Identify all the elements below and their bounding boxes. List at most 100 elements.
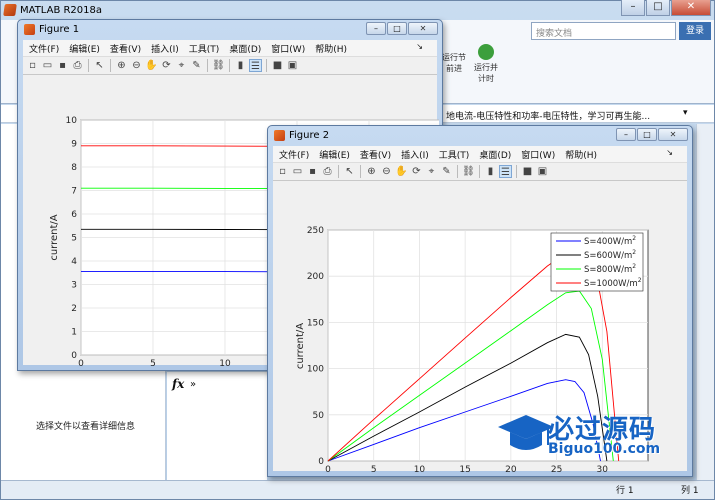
login-button[interactable]: 登录	[679, 22, 711, 40]
print-icon[interactable]: ⎙	[321, 165, 334, 178]
zoom-out-icon[interactable]: ⊖	[380, 165, 393, 178]
search-input[interactable]: 搜索文档	[531, 22, 676, 40]
menu-window[interactable]: 窗口(W)	[271, 42, 305, 55]
hide-plot-tools-icon[interactable]: ■	[521, 165, 534, 178]
data-cursor-icon[interactable]: ⌖	[425, 165, 438, 178]
legend-sup: 2	[632, 249, 636, 256]
y-tick-label: 250	[307, 226, 324, 236]
command-prompt: »	[190, 379, 197, 390]
minimize-button[interactable]: –	[621, 0, 645, 16]
figure-1-title-bar: Figure 1	[24, 24, 79, 35]
legend-entry-1: S=600W/m2	[584, 249, 636, 261]
figure-1-minimize-button[interactable]: –	[366, 22, 386, 35]
toolbar-separator	[360, 165, 361, 178]
legend-entry-2: S=800W/m2	[584, 263, 636, 275]
x-tick-label: 5	[150, 359, 156, 368]
data-cursor-icon[interactable]: ⌖	[175, 59, 188, 72]
figure-2-maximize-button[interactable]: □	[637, 128, 657, 141]
x-tick-label: 15	[459, 465, 470, 474]
menu-desktop[interactable]: 桌面(D)	[479, 148, 511, 161]
file-details-hint: 选择文件以查看详细信息	[36, 422, 136, 432]
run-section-button[interactable]: 运行节 前进	[442, 52, 466, 74]
y-tick-label: 50	[313, 411, 325, 421]
toolbar-separator	[479, 165, 480, 178]
y-tick-label: 6	[71, 210, 77, 220]
matlab-logo-icon	[3, 4, 17, 16]
menu-file[interactable]: 文件(F)	[279, 148, 309, 161]
figure-icon	[274, 130, 285, 141]
open-file-icon[interactable]: ▭	[41, 59, 54, 72]
link-plot-icon[interactable]: ⛓	[212, 59, 225, 72]
workspace-panel-edge	[696, 124, 714, 480]
figure-2-toolbar: ▫ ▭ ▪ ⎙ ↖ ⊕ ⊖ ✋ ⟳ ⌖ ✎ ⛓ ▮ ☰ ■ ▣	[273, 162, 687, 181]
figure-2-controls: – □ ✕	[616, 128, 688, 141]
new-figure-icon[interactable]: ▫	[26, 59, 39, 72]
y-tick-label: 5	[71, 234, 77, 244]
menu-help[interactable]: 帮助(H)	[315, 42, 347, 55]
close-button[interactable]: ✕	[671, 0, 711, 16]
show-plot-tools-icon[interactable]: ▣	[286, 59, 299, 72]
status-col: 列 1	[681, 483, 699, 496]
colorbar-icon[interactable]: ▮	[484, 165, 497, 178]
rotate-icon[interactable]: ⟳	[410, 165, 423, 178]
brush-icon[interactable]: ✎	[440, 165, 453, 178]
run-timer-icon	[478, 44, 494, 60]
y-tick-label: 4	[71, 257, 77, 267]
toolbar-separator	[516, 165, 517, 178]
zoom-out-icon[interactable]: ⊖	[130, 59, 143, 72]
dock-arrow-icon[interactable]: ↘	[666, 148, 673, 157]
run-and-time-button[interactable]: 运行并 计时	[472, 44, 500, 84]
menu-tools[interactable]: 工具(T)	[439, 148, 470, 161]
fx-icon[interactable]: fx	[172, 377, 184, 391]
maximize-button[interactable]: □	[646, 0, 670, 16]
toolbar-separator	[457, 165, 458, 178]
legend-entry-3: S=1000W/m2	[584, 277, 642, 289]
rotate-icon[interactable]: ⟳	[160, 59, 173, 72]
legend-entry-0: S=400W/m2	[584, 235, 636, 247]
menu-edit[interactable]: 编辑(E)	[69, 42, 100, 55]
print-icon[interactable]: ⎙	[71, 59, 84, 72]
chevron-down-icon[interactable]: ▾	[683, 108, 688, 118]
figure-2-minimize-button[interactable]: –	[616, 128, 636, 141]
menu-window[interactable]: 窗口(W)	[521, 148, 555, 161]
menu-insert[interactable]: 插入(I)	[151, 42, 179, 55]
figure-1-maximize-button[interactable]: □	[387, 22, 407, 35]
status-col-value: 1	[692, 486, 699, 496]
zoom-in-icon[interactable]: ⊕	[365, 165, 378, 178]
colorbar-icon[interactable]: ▮	[234, 59, 247, 72]
new-figure-icon[interactable]: ▫	[276, 165, 289, 178]
dock-arrow-icon[interactable]: ↘	[416, 42, 423, 51]
menu-tools[interactable]: 工具(T)	[189, 42, 220, 55]
hide-plot-tools-icon[interactable]: ■	[271, 59, 284, 72]
toolbar-separator	[338, 165, 339, 178]
menu-edit[interactable]: 编辑(E)	[319, 148, 350, 161]
pan-icon[interactable]: ✋	[395, 165, 408, 178]
y-tick-label: 7	[71, 187, 77, 197]
figure-2-title-bar: Figure 2	[274, 130, 329, 141]
menu-desktop[interactable]: 桌面(D)	[229, 42, 261, 55]
menu-help[interactable]: 帮助(H)	[565, 148, 597, 161]
pan-icon[interactable]: ✋	[145, 59, 158, 72]
figure-2-title: Figure 2	[289, 130, 330, 141]
figure-1-close-button[interactable]: ✕	[408, 22, 438, 35]
main-title-bar: MATLAB R2018a	[3, 4, 102, 16]
menu-view[interactable]: 查看(V)	[360, 148, 391, 161]
edit-plot-icon[interactable]: ↖	[343, 165, 356, 178]
link-plot-icon[interactable]: ⛓	[462, 165, 475, 178]
brush-icon[interactable]: ✎	[190, 59, 203, 72]
legend-icon[interactable]: ☰	[499, 165, 512, 178]
show-plot-tools-icon[interactable]: ▣	[536, 165, 549, 178]
open-file-icon[interactable]: ▭	[291, 165, 304, 178]
x-tick-label: 5	[371, 465, 377, 474]
y-axis-label: current/A	[295, 323, 306, 369]
save-icon[interactable]: ▪	[306, 165, 319, 178]
menu-file[interactable]: 文件(F)	[29, 42, 59, 55]
save-icon[interactable]: ▪	[56, 59, 69, 72]
menu-insert[interactable]: 插入(I)	[401, 148, 429, 161]
edit-plot-icon[interactable]: ↖	[93, 59, 106, 72]
legend-icon[interactable]: ☰	[249, 59, 262, 72]
menu-view[interactable]: 查看(V)	[110, 42, 141, 55]
figure-2-close-button[interactable]: ✕	[658, 128, 688, 141]
toolbar-separator	[88, 59, 89, 72]
zoom-in-icon[interactable]: ⊕	[115, 59, 128, 72]
